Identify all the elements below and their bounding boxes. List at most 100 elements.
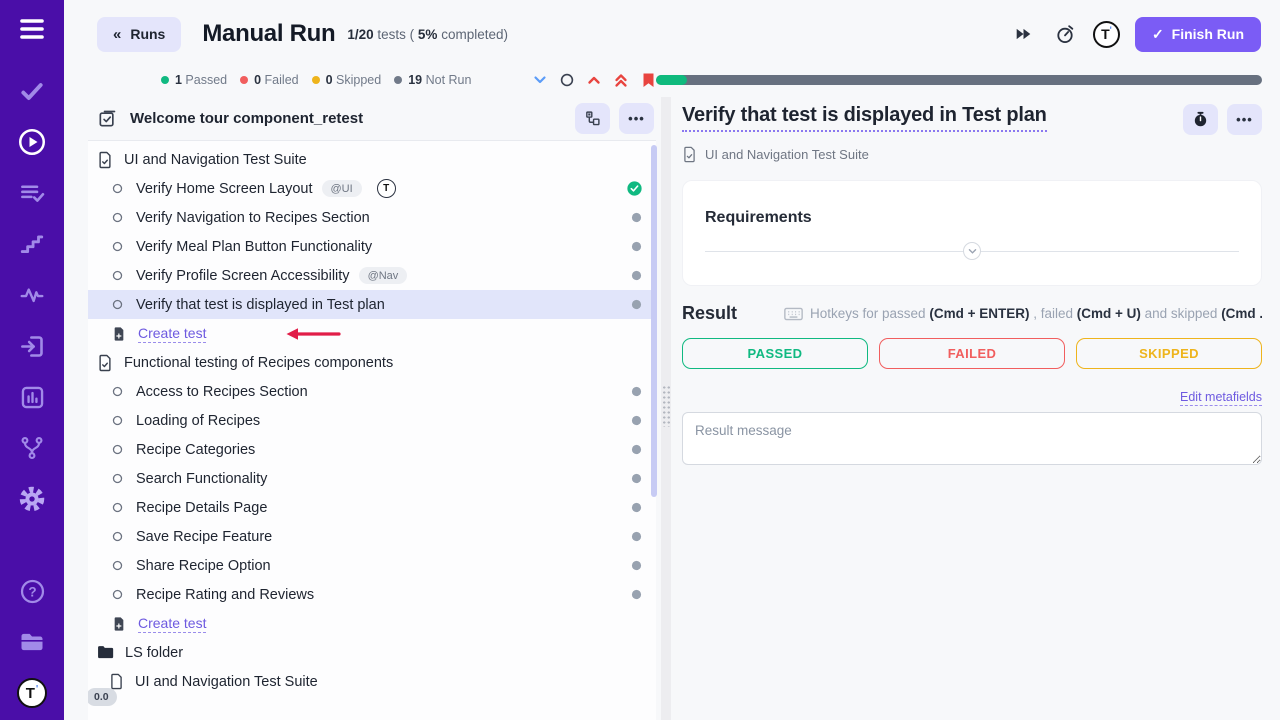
double-chevron-up-icon[interactable]	[613, 73, 629, 88]
topbar: « Runs Manual Run 1/20 tests ( 5% comple…	[64, 0, 1280, 68]
app-logo-icon[interactable]: T'	[1093, 21, 1120, 48]
test-label: Verify Navigation to Recipes Section	[136, 210, 370, 226]
result-passed-button[interactable]: PASSED	[682, 338, 868, 369]
brand-logo-icon[interactable]: T'	[17, 678, 47, 708]
result-skipped-button[interactable]: SKIPPED	[1076, 338, 1262, 369]
fast-forward-icon[interactable]	[1011, 21, 1037, 47]
test-row[interactable]: Verify Home Screen Layout @UI T	[88, 174, 656, 203]
create-test-link[interactable]: Create test	[138, 325, 206, 343]
breadcrumb[interactable]: UI and Navigation Test Suite	[682, 146, 1262, 163]
test-status-icon	[631, 502, 642, 513]
test-status-icon	[631, 241, 642, 252]
projects-folder-icon[interactable]	[17, 627, 47, 657]
test-row[interactable]: Recipe Rating and Reviews	[88, 580, 656, 609]
suite-row[interactable]: Functional testing of Recipes components	[88, 348, 656, 377]
steps-icon[interactable]	[17, 229, 47, 259]
suite-row[interactable]: 0.0UI and Navigation Test Suite	[88, 667, 656, 696]
test-row[interactable]: Recipe Details Page	[88, 493, 656, 522]
test-status-icon	[627, 181, 642, 196]
test-row[interactable]: Access to Recipes Section	[88, 377, 656, 406]
folder-icon	[97, 645, 114, 660]
detail-actions: •••	[1183, 104, 1262, 135]
run-name: Welcome tour component_retest	[130, 110, 363, 127]
test-row[interactable]: Recipe Categories	[88, 435, 656, 464]
create-test-row[interactable]: Create test	[88, 609, 656, 638]
tree-more-actions-button[interactable]: •••	[619, 103, 654, 134]
test-label: Verify that test is displayed in Test pl…	[136, 297, 385, 313]
status-count-failed: 0 Failed	[240, 73, 298, 87]
status-counts: 1 Passed0 Failed0 Skipped19 Not Run	[161, 73, 484, 87]
test-status-icon	[631, 473, 642, 484]
settings-gear-icon[interactable]	[17, 484, 47, 514]
tests-ratio: 1/20	[347, 27, 373, 42]
result-header: Result Hotkeys for passed (Cmd + ENTER) …	[682, 303, 1262, 324]
edit-metafields-link[interactable]: Edit metafields	[1180, 390, 1262, 406]
timer-icon[interactable]	[1052, 21, 1078, 47]
test-label: Verify Home Screen Layout	[136, 181, 313, 197]
panel-splitter[interactable]	[656, 97, 676, 720]
folder-row[interactable]: LS folder	[88, 638, 656, 667]
test-row[interactable]: Verify Profile Screen Accessibility@Nav	[88, 261, 656, 290]
result-failed-button[interactable]: FAILED	[879, 338, 1065, 369]
test-bullet-icon	[112, 241, 123, 252]
test-row[interactable]: Loading of Recipes	[88, 406, 656, 435]
status-dot-icon	[394, 76, 402, 84]
branch-icon[interactable]	[17, 433, 47, 463]
menu-icon[interactable]	[17, 14, 47, 44]
change-suite-structure-button[interactable]	[575, 103, 610, 134]
test-detail-panel: Verify that test is displayed in Test pl…	[676, 97, 1280, 720]
app-window: ? T' « Runs Manual Run 1/20 tests ( 5% c…	[0, 0, 1280, 720]
back-to-runs-label: Runs	[130, 26, 165, 42]
chevron-down-icon[interactable]	[532, 73, 548, 88]
test-tag-badge: @UI	[322, 180, 362, 197]
help-icon[interactable]: ?	[17, 576, 47, 606]
pulse-icon[interactable]	[17, 280, 47, 310]
requirements-card: Requirements	[682, 180, 1262, 286]
test-bullet-icon	[112, 531, 123, 542]
test-label: Recipe Details Page	[136, 500, 267, 516]
test-row[interactable]: Search Functionality	[88, 464, 656, 493]
test-label: Verify Meal Plan Button Functionality	[136, 239, 372, 255]
content: Welcome tour component_retest ••• UI and…	[64, 97, 1280, 720]
bookmark-icon[interactable]	[640, 73, 656, 88]
automated-test-logo-icon: T	[377, 179, 396, 198]
result-message-input[interactable]	[682, 412, 1262, 465]
test-row[interactable]: Share Recipe Option	[88, 551, 656, 580]
test-status-icon	[631, 270, 642, 281]
test-row[interactable]: Verify Meal Plan Button Functionality	[88, 232, 656, 261]
stopwatch-button[interactable]	[1183, 104, 1218, 135]
page-title: Manual Run	[202, 20, 335, 48]
suite-label: UI and Navigation Test Suite	[135, 674, 318, 690]
suite-label: Functional testing of Recipes components	[124, 355, 393, 371]
splitter-grip-icon[interactable]	[662, 385, 671, 427]
test-label: Save Recipe Feature	[136, 529, 272, 545]
test-row[interactable]: Save Recipe Feature	[88, 522, 656, 551]
test-row[interactable]: Verify Navigation to Recipes Section	[88, 203, 656, 232]
analytics-icon[interactable]	[17, 382, 47, 412]
test-bullet-icon	[112, 415, 123, 426]
status-dot-icon	[161, 76, 169, 84]
chevron-up-icon[interactable]	[586, 73, 602, 88]
test-row[interactable]: Verify that test is displayed in Test pl…	[88, 290, 656, 319]
list-check-icon[interactable]	[17, 178, 47, 208]
test-label: Share Recipe Option	[136, 558, 271, 574]
circle-outline-icon[interactable]	[559, 73, 575, 88]
test-label: Search Functionality	[136, 471, 267, 487]
back-to-runs-button[interactable]: « Runs	[97, 17, 181, 52]
expand-requirements-button[interactable]	[963, 242, 981, 260]
detail-more-actions-button[interactable]: •••	[1227, 104, 1262, 135]
check-icon[interactable]	[17, 76, 47, 106]
create-test-row[interactable]: Create test	[88, 319, 656, 348]
coverage-badge: 0.0	[88, 688, 117, 706]
test-label: Loading of Recipes	[136, 413, 260, 429]
create-test-link[interactable]: Create test	[138, 615, 206, 633]
finish-run-button[interactable]: ✓ Finish Run	[1135, 17, 1261, 52]
suite-file-icon	[109, 673, 124, 690]
status-row: 1 Passed0 Failed0 Skipped19 Not Run	[64, 70, 1280, 90]
test-title[interactable]: Verify that test is displayed in Test pl…	[682, 104, 1047, 132]
runs-play-icon[interactable]	[17, 127, 47, 157]
test-label: Recipe Categories	[136, 442, 255, 458]
tree-header: Welcome tour component_retest •••	[88, 97, 656, 141]
import-icon[interactable]	[17, 331, 47, 361]
suite-row[interactable]: UI and Navigation Test Suite	[88, 145, 656, 174]
